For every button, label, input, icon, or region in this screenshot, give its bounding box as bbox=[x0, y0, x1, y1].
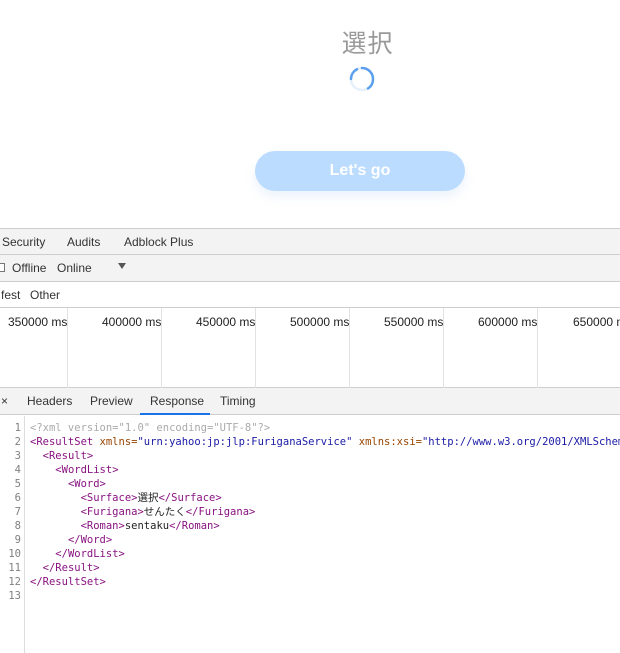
response-viewer[interactable]: 1 2 3 4 5 6 7 8 9 10 11 12 13 <?xml vers… bbox=[0, 416, 620, 653]
tab-audits[interactable]: Audits bbox=[67, 229, 100, 256]
filter-other[interactable]: Other bbox=[30, 282, 60, 308]
request-detail-tabs: × Headers Preview Response Timing bbox=[0, 388, 620, 415]
triangle-down-icon[interactable] bbox=[118, 263, 126, 269]
xml-text: せんたく bbox=[143, 506, 186, 518]
code-line: <Furigana>せんたく</Furigana> bbox=[30, 505, 256, 519]
xml-tag: </Result> bbox=[42, 562, 100, 574]
xml-tag: <ResultSet bbox=[30, 436, 94, 448]
code-line: <WordList> bbox=[30, 463, 119, 477]
line-number: 5 bbox=[14, 478, 21, 490]
tab-security[interactable]: Security bbox=[2, 229, 45, 256]
timeline-tick-label: 500000 ms bbox=[290, 315, 350, 329]
xml-text: 選択 bbox=[137, 492, 159, 504]
xml-value: "urn:yahoo:jp:jlp:FuriganaService" bbox=[137, 436, 353, 448]
code-line: </ResultSet> bbox=[30, 575, 106, 589]
xml-tag: <Surface> bbox=[80, 492, 138, 504]
xml-tag: </Surface> bbox=[158, 492, 222, 504]
line-number: 2 bbox=[14, 436, 21, 448]
line-number: 3 bbox=[14, 450, 21, 462]
code-line: </Result> bbox=[30, 561, 100, 575]
code-line: <Result> bbox=[30, 449, 94, 463]
xml-tag: </Furigana> bbox=[185, 506, 256, 518]
tab-response[interactable]: Response bbox=[150, 388, 204, 415]
timeline-tick-label: 400000 ms bbox=[102, 315, 162, 329]
xml-value: "http://www.w3.org/2001/XMLSchema-instan… bbox=[421, 436, 620, 448]
xml-attr: xmlns:xsi= bbox=[352, 436, 422, 448]
network-toolbar: Offline Online bbox=[0, 255, 620, 282]
xml-tag: </Roman> bbox=[169, 520, 220, 532]
code-line: </WordList> bbox=[30, 547, 125, 561]
xml-declaration: <?xml version="1.0" encoding="UTF-8"?> bbox=[30, 422, 271, 434]
line-number: 12 bbox=[8, 576, 21, 588]
line-number: 1 bbox=[14, 422, 21, 434]
page-heading: 選択 bbox=[341, 29, 394, 58]
xml-tag: </Word> bbox=[67, 534, 113, 546]
xml-text: sentaku bbox=[124, 520, 170, 532]
timeline-tick-label: 550000 ms bbox=[384, 315, 444, 329]
offline-checkbox[interactable] bbox=[0, 263, 5, 272]
code-line: <Surface>選択</Surface> bbox=[30, 491, 222, 505]
xml-tag: <Result> bbox=[42, 450, 94, 462]
line-number: 10 bbox=[8, 548, 21, 560]
code-line: <Word> bbox=[30, 477, 106, 491]
active-tab-indicator bbox=[140, 413, 210, 415]
code-line: <Roman>sentaku</Roman> bbox=[30, 519, 220, 533]
code-line: <?xml version="1.0" encoding="UTF-8"?> bbox=[30, 421, 270, 435]
devtools-panel: Security Audits Adblock Plus Offline Onl… bbox=[0, 228, 620, 653]
timeline-tick-label: 600000 ms bbox=[478, 315, 538, 329]
xml-tag: <Word> bbox=[67, 478, 106, 490]
timeline-tick-label: 450000 ms bbox=[196, 315, 256, 329]
xml-tag: </WordList> bbox=[55, 548, 125, 560]
xml-attr: xmlns= bbox=[93, 436, 138, 448]
close-icon[interactable]: × bbox=[1, 388, 8, 415]
xml-tag: <Furigana> bbox=[80, 506, 144, 518]
code-line: <ResultSet xmlns="urn:yahoo:jp:jlp:Furig… bbox=[30, 435, 620, 449]
filter-manifest[interactable]: fest bbox=[1, 282, 20, 308]
tab-timing[interactable]: Timing bbox=[220, 388, 256, 415]
xml-tag: <WordList> bbox=[55, 464, 119, 476]
timeline-tick-label: 650000 ms bbox=[573, 315, 620, 329]
tab-adblock-plus[interactable]: Adblock Plus bbox=[124, 229, 193, 256]
throttling-select[interactable]: Online bbox=[57, 255, 92, 282]
devtools-panel-tabs: Security Audits Adblock Plus bbox=[0, 228, 620, 255]
line-number: 6 bbox=[14, 492, 21, 504]
tab-headers[interactable]: Headers bbox=[27, 388, 72, 415]
lets-go-button[interactable]: Let's go bbox=[255, 151, 465, 191]
line-number: 13 bbox=[8, 590, 21, 602]
resource-filter-bar: fest Other bbox=[0, 282, 620, 308]
line-number: 4 bbox=[14, 464, 21, 476]
line-number: 8 bbox=[14, 520, 21, 532]
line-number: 11 bbox=[8, 562, 21, 574]
code-line: </Word> bbox=[30, 533, 112, 547]
xml-tag: </ResultSet> bbox=[30, 576, 106, 588]
network-timeline[interactable]: 350000 ms 400000 ms 450000 ms 500000 ms … bbox=[0, 308, 620, 388]
loading-spinner-icon bbox=[349, 66, 375, 92]
offline-label[interactable]: Offline bbox=[12, 255, 46, 282]
tab-preview[interactable]: Preview bbox=[90, 388, 133, 415]
line-number: 9 bbox=[14, 534, 21, 546]
xml-tag: <Roman> bbox=[80, 520, 125, 532]
page-content: 選択 Let's go bbox=[0, 0, 620, 228]
timeline-tick-label: 350000 ms bbox=[8, 315, 68, 329]
line-number-gutter: 1 2 3 4 5 6 7 8 9 10 11 12 13 bbox=[0, 416, 25, 653]
line-number: 7 bbox=[14, 506, 21, 518]
